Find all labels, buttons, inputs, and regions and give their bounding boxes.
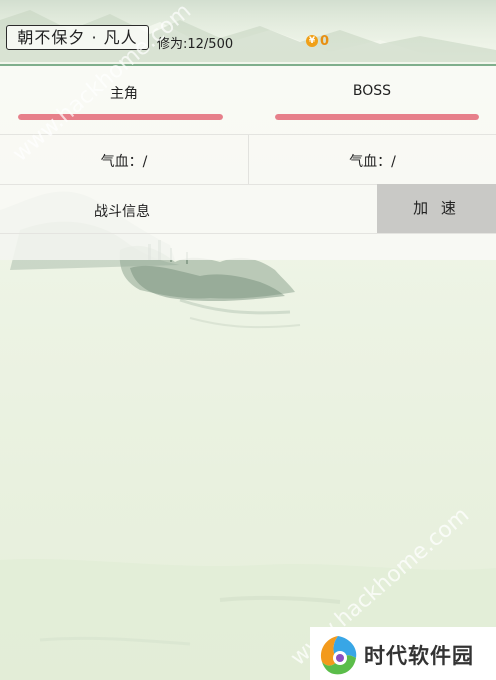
boss-hp-bar [275,114,479,120]
site-logo: 时代软件园 [310,627,496,680]
row-divider [0,233,496,234]
battle-info-label: 战斗信息 [94,204,150,220]
coin-count: 0 [320,34,330,49]
top-status-bar: 朝不保夕 · 凡人 修为:12/500 ¥ 0 [0,0,496,64]
hero-label: 主角 [110,86,138,102]
speed-up-button[interactable]: 加 速 [377,184,496,233]
boss-hp-text: 气血：/ [349,154,396,170]
boss-side: BOSS [248,66,496,134]
boss-hp-fill [275,114,479,120]
boss-hp-cell: 气血：/ [249,135,496,184]
site-logo-text: 时代软件园 [364,644,474,668]
battle-info-row[interactable]: 战斗信息 [0,185,377,234]
boss-label: BOSS [352,83,392,99]
colorful-flame-logo-icon [320,636,357,675]
header-divider [0,64,496,66]
yen-coin-icon: ¥ [306,35,318,47]
